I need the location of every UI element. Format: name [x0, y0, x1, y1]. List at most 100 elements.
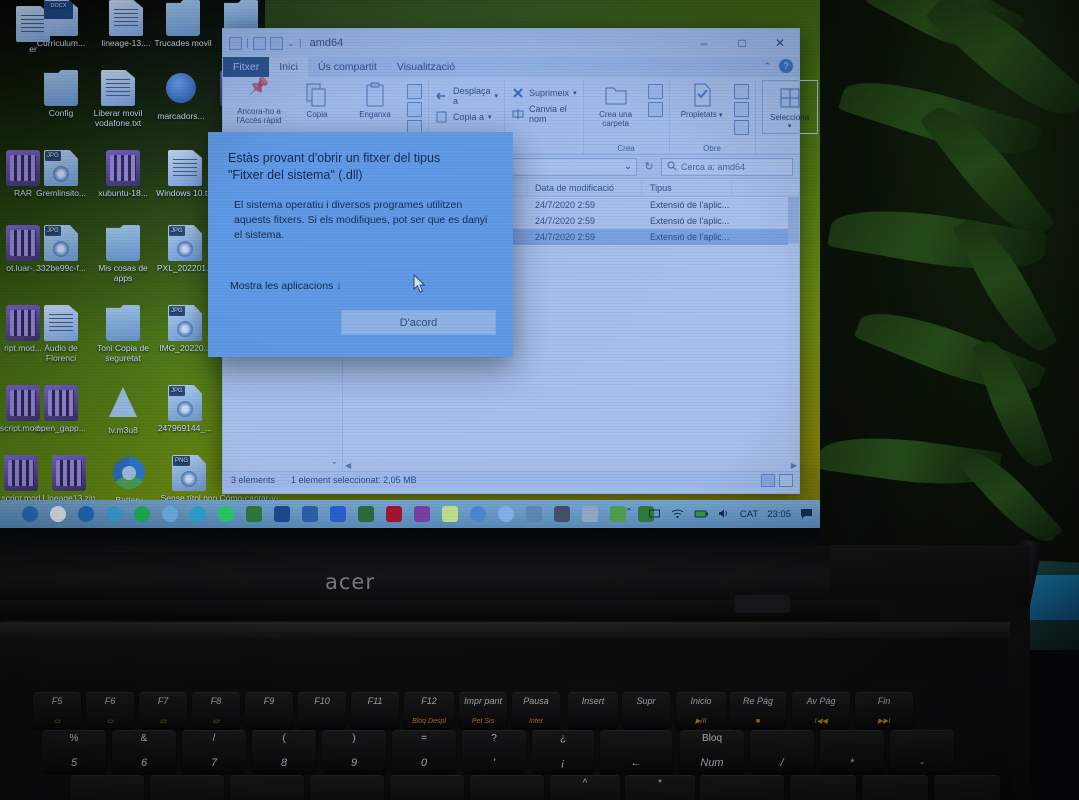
key-][interactable]: *]	[625, 775, 695, 800]
desktop-icon[interactable]: Trucades movil	[150, 0, 216, 48]
large-icons-view-icon[interactable]	[779, 474, 793, 487]
details-view-icon[interactable]	[761, 474, 775, 487]
rename-button[interactable]: Canvia el nom	[511, 104, 577, 124]
system-file-warning-dialog[interactable]: Estàs provant d'obrir un fitxer del tipu…	[208, 132, 513, 357]
search-input[interactable]: Cerca a: amd64	[661, 157, 793, 176]
refresh-button[interactable]: ↻	[641, 159, 657, 175]
key-8[interactable]: 8	[862, 775, 928, 800]
copy-button[interactable]: Copia	[291, 80, 343, 119]
chevron-down-icon[interactable]: ▾	[495, 92, 499, 100]
key-impr-pant[interactable]: Impr pant Pet Sis	[459, 692, 507, 728]
wifi-icon[interactable]	[671, 507, 685, 521]
mail-icon[interactable]	[442, 506, 458, 522]
key-9[interactable]: ) 9	[322, 730, 386, 772]
key-inicio[interactable]: Inicio ▶/II	[676, 692, 726, 728]
edge-legacy-icon[interactable]	[78, 506, 94, 522]
new-folder-icon[interactable]	[269, 36, 283, 50]
quick-access-toolbar[interactable]: | ⌄ |	[229, 36, 302, 50]
desktop-icon[interactable]: 332be99c-f...	[28, 225, 94, 273]
show-apps-link[interactable]: Mostra les aplicacions ↓	[230, 280, 341, 292]
desktop-icon[interactable]: 247969144_...	[152, 385, 218, 433]
key-5[interactable]: % 5	[42, 730, 106, 772]
desktop-icon[interactable]: Liberar movil vodafone.txt	[85, 70, 151, 128]
open-icon[interactable]	[733, 84, 749, 99]
properties-icon[interactable]	[252, 36, 266, 50]
key-'[interactable]: ? '	[462, 730, 526, 772]
chevron-down-icon[interactable]: ⌄	[624, 161, 632, 172]
word-icon[interactable]	[330, 506, 346, 522]
key-f7[interactable]: F7 ▭	[139, 692, 187, 728]
scroll-right-arrow[interactable]: ▶	[791, 461, 797, 470]
chevron-up-icon[interactable]: ⌃	[763, 61, 771, 72]
key-f9[interactable]: F9	[245, 692, 293, 728]
key-7[interactable]: 7	[790, 775, 856, 800]
maximize-button[interactable]: □	[723, 29, 761, 57]
spotify-icon[interactable]	[134, 506, 150, 522]
chevron-down-icon[interactable]: ▾	[719, 112, 723, 119]
calendar-icon[interactable]	[610, 506, 626, 522]
clock[interactable]: 23:05	[767, 509, 791, 520]
key-T[interactable]: T	[70, 775, 144, 800]
window-controls[interactable]: – □ ✕	[685, 29, 799, 57]
key-fin[interactable]: Fin ▶▶I	[855, 692, 913, 728]
horizontal-scrollbar[interactable]: ◀ ▶	[343, 460, 799, 471]
explorer-titlebar[interactable]: | ⌄ | amd64 – □ ✕	[223, 29, 799, 57]
shazam-icon[interactable]	[190, 506, 206, 522]
select-button[interactable]: Selecciona ▾	[761, 80, 818, 134]
sync-icon[interactable]	[162, 506, 178, 522]
view-buttons[interactable]	[761, 474, 793, 487]
battery-icon[interactable]	[694, 507, 708, 521]
whatsapp-icon[interactable]	[218, 506, 234, 522]
key-/[interactable]: /	[750, 730, 814, 772]
key-pausa[interactable]: Pausa Inter	[512, 692, 560, 728]
move-to-button[interactable]: Desplaça a ▾	[435, 86, 498, 106]
explorer-icon[interactable]	[229, 36, 242, 50]
desktop-icon[interactable]: open_gapp...	[28, 385, 94, 433]
column-date[interactable]: Data de modificació	[527, 178, 642, 197]
key-Y[interactable]: Y	[150, 775, 224, 800]
chevron-down-icon[interactable]: ▾	[488, 113, 492, 121]
new-folder-button[interactable]: Crea una carpeta	[590, 80, 642, 128]
photos-icon[interactable]	[302, 506, 318, 522]
key-8[interactable]: (8	[252, 730, 316, 772]
key-9[interactable]: 9	[934, 775, 1000, 800]
desktop-icon[interactable]: Toni Copia de seguretat	[90, 305, 156, 363]
key-←[interactable]: ←	[600, 730, 672, 772]
tab-us-compartit[interactable]: Ús compartit	[308, 57, 387, 77]
copy-path-icon[interactable]	[407, 102, 422, 117]
windows-taskbar[interactable]: ⌃ CAT 23:05	[0, 500, 820, 528]
desktop-icon[interactable]: xubuntu-18...	[90, 150, 156, 198]
tab-inici[interactable]: Inici	[269, 57, 308, 77]
video-icon[interactable]	[358, 506, 374, 522]
opera-icon[interactable]	[50, 506, 66, 522]
key-f10[interactable]: F10	[298, 692, 346, 728]
close-button[interactable]: ✕	[761, 29, 799, 57]
key-[[interactable]: ^[	[550, 775, 620, 800]
help-icon[interactable]: ?	[779, 59, 793, 73]
key--[interactable]: -	[890, 730, 954, 772]
delete-button[interactable]: Suprimeix ▾	[511, 86, 577, 100]
desktop-icon[interactable]: Lineage13.zip	[36, 455, 102, 503]
key-f8[interactable]: F8 ▭	[192, 692, 240, 728]
key-f11[interactable]: F11	[351, 692, 399, 728]
key-f12[interactable]: F12 Bloq Despl	[404, 692, 454, 728]
key-0[interactable]: = 0	[392, 730, 456, 772]
notepad-icon[interactable]	[246, 506, 262, 522]
paste-button[interactable]: Enganxa	[349, 80, 401, 119]
properties-button[interactable]: Propietats ▾	[676, 80, 728, 120]
settings-icon[interactable]	[582, 506, 598, 522]
desktop-icon[interactable]: Àudio de Florenci	[28, 305, 94, 363]
cut-icon[interactable]	[407, 84, 422, 99]
paint-icon[interactable]	[470, 506, 486, 522]
key-O[interactable]: O	[390, 775, 464, 800]
scroll-left-arrow[interactable]: ◀	[345, 461, 351, 470]
notification-icon[interactable]	[800, 507, 814, 521]
key-f5[interactable]: F5 ▭	[33, 692, 81, 728]
desktop-icon[interactable]: tv.m3u8	[90, 385, 156, 435]
vertical-scrollbar[interactable]	[788, 197, 799, 471]
key-re-pág[interactable]: Re Pág ■	[730, 692, 786, 728]
volume-icon[interactable]	[717, 507, 731, 521]
chevron-down-icon[interactable]: ▾	[573, 89, 577, 97]
display-icon[interactable]	[648, 507, 662, 521]
system-tray[interactable]: ⌃ CAT 23:05	[625, 500, 814, 528]
